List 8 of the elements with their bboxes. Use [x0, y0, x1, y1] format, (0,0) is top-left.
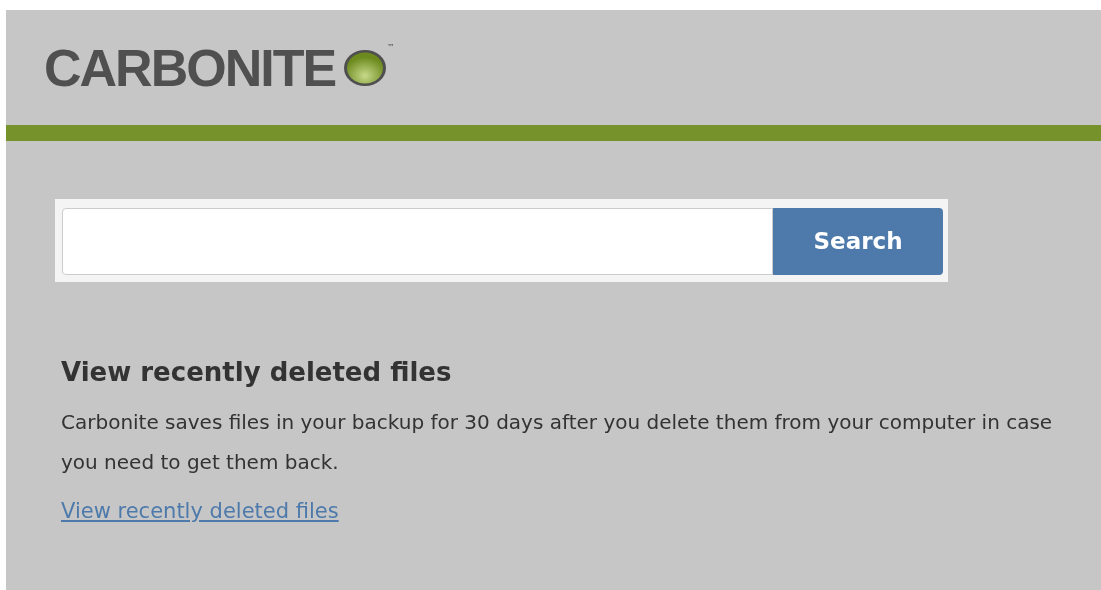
search-field[interactable] [62, 208, 773, 275]
section-title: View recently deleted files [61, 357, 453, 389]
logo-ball-icon [343, 48, 388, 87]
trademark-mark: ™ [387, 41, 396, 54]
section-description: Carbonite saves files in your backup for 30 days after you delete them from your computer in case you need to get them back. [61, 409, 1054, 477]
deleted-files-link[interactable]: View recently deleted files [61, 499, 339, 524]
logo-text: CARBONITE [44, 41, 336, 94]
search-button[interactable]: Search [773, 208, 943, 275]
